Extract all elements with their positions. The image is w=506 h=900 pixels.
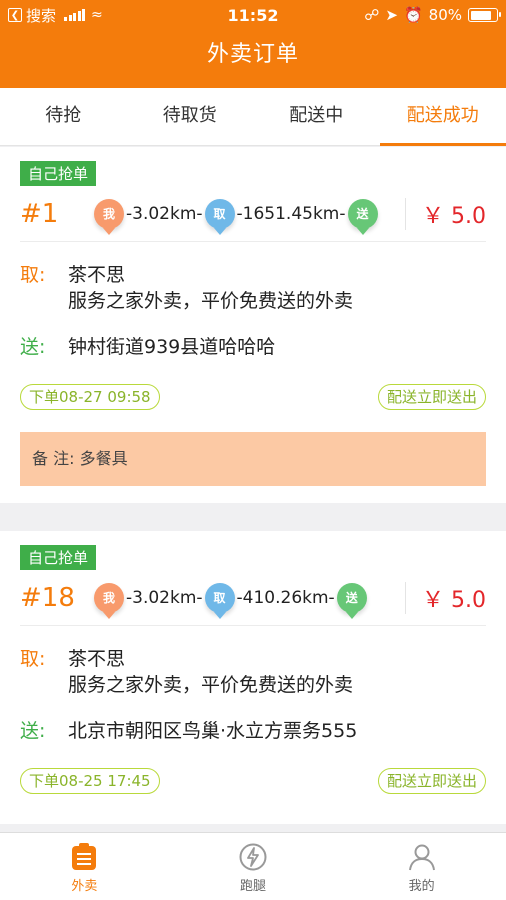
self-grab-tag: 自己抢单: [20, 545, 97, 570]
bottom-nav: 外卖 跑腿 我的: [0, 832, 506, 900]
route-row: #1 我 -3.02km- 取 -1651.45km- 送 ￥ 5.0: [20, 186, 486, 242]
wifi-icon: ≈: [91, 7, 103, 23]
route-row: #18 我 -3.02km- 取 -410.26km- 送 ￥ 5.0: [20, 570, 486, 626]
nav-takeout-label: 外卖: [71, 879, 98, 894]
battery-percent: 80%: [428, 6, 462, 24]
status-bar: ❮ 搜索 ≈ 11:52 ☍ ➤ ⏰ 80%: [0, 0, 506, 30]
order-card[interactable]: 自己抢单 #18 我 -3.02km- 取 -410.26km- 送 ￥ 5.0…: [0, 531, 506, 824]
nav-takeout[interactable]: 外卖: [0, 833, 169, 900]
pickup-pin-icon: 取: [204, 582, 235, 613]
pickup-label: 取:: [20, 264, 46, 286]
my-location-pin-icon: 我: [94, 582, 124, 613]
location-icon: ➤: [385, 6, 398, 24]
order-price: ￥ 5.0: [405, 197, 486, 230]
self-grab-tag: 自己抢单: [20, 161, 97, 186]
nav-mine[interactable]: 我的: [337, 833, 506, 900]
order-card[interactable]: 自己抢单 #1 我 -3.02km- 取 -1651.45km- 送 ￥ 5.0…: [0, 147, 506, 503]
nav-errand-label: 跑腿: [240, 879, 267, 894]
order-time-badge: 下单08-27 09:58: [20, 384, 160, 410]
signal-icon: [64, 9, 86, 21]
back-app-label[interactable]: 搜索: [26, 5, 56, 26]
battery-icon: [468, 8, 501, 22]
delivery-type-badge: 配送立即送出: [377, 768, 486, 794]
clock: 11:52: [227, 5, 279, 25]
nav-errand[interactable]: 跑腿: [169, 833, 338, 900]
pickup-pin-icon: 取: [204, 198, 235, 229]
page-title: 外卖订单: [206, 42, 299, 67]
app-header: ❮ 搜索 ≈ 11:52 ☍ ➤ ⏰ 80% 外卖订单: [0, 0, 506, 88]
delivery-label: 送:: [20, 336, 46, 358]
back-arrow-icon[interactable]: ❮: [8, 8, 22, 22]
delivery-pin-icon: 送: [347, 198, 378, 229]
tab-delivering[interactable]: 配送中: [253, 88, 380, 145]
delivery-address: 钟村街道939县道哈哈哈: [68, 336, 276, 358]
tab-delivered[interactable]: 配送成功: [379, 88, 506, 146]
takeout-icon: [72, 843, 97, 870]
order-number: #18: [20, 582, 75, 613]
order-meta: 下单08-25 17:45 配送立即送出: [20, 768, 486, 794]
distance-to-delivery: -1651.45km-: [236, 203, 346, 224]
pickup-store-desc: 服务之家外卖，平价免费送的外卖: [68, 674, 354, 696]
rotation-lock-icon: ☍: [364, 6, 380, 24]
pickup-info: 取: 茶不思 服务之家外卖，平价免费送的外卖: [20, 646, 486, 698]
pickup-info: 取: 茶不思 服务之家外卖，平价免费送的外卖: [20, 262, 486, 314]
order-status-tabs: 待抢 待取货 配送中 配送成功: [0, 88, 506, 146]
order-time-badge: 下单08-25 17:45: [20, 768, 160, 794]
my-location-pin-icon: 我: [94, 198, 124, 229]
delivery-info: 送: 北京市朝阳区鸟巢·水立方票务555: [20, 718, 486, 744]
distance-to-pickup: -3.02km-: [126, 203, 203, 224]
tab-pending-pickup[interactable]: 待取货: [127, 88, 254, 145]
delivery-info: 送: 钟村街道939县道哈哈哈: [20, 334, 486, 360]
delivery-label: 送:: [20, 720, 46, 742]
tab-pending-grab[interactable]: 待抢: [0, 88, 127, 145]
user-icon: [408, 844, 435, 871]
nav-mine-label: 我的: [408, 879, 435, 894]
order-meta: 下单08-27 09:58 配送立即送出: [20, 384, 486, 410]
delivery-type-badge: 配送立即送出: [377, 384, 486, 410]
pickup-store-name: 茶不思: [68, 648, 126, 670]
pickup-store-desc: 服务之家外卖，平价免费送的外卖: [68, 290, 354, 312]
distance-to-delivery: -410.26km-: [236, 587, 335, 608]
pickup-label: 取:: [20, 648, 46, 670]
distance-to-pickup: -3.02km-: [126, 587, 203, 608]
order-price: ￥ 5.0: [405, 581, 486, 614]
delivery-address: 北京市朝阳区鸟巢·水立方票务555: [68, 720, 358, 742]
delivery-pin-icon: 送: [336, 582, 367, 613]
order-note: 备 注: 多餐具: [20, 432, 486, 486]
pickup-store-name: 茶不思: [68, 264, 126, 286]
alarm-icon: ⏰: [403, 6, 423, 24]
order-number: #1: [20, 198, 59, 229]
lightning-icon: [239, 843, 267, 871]
